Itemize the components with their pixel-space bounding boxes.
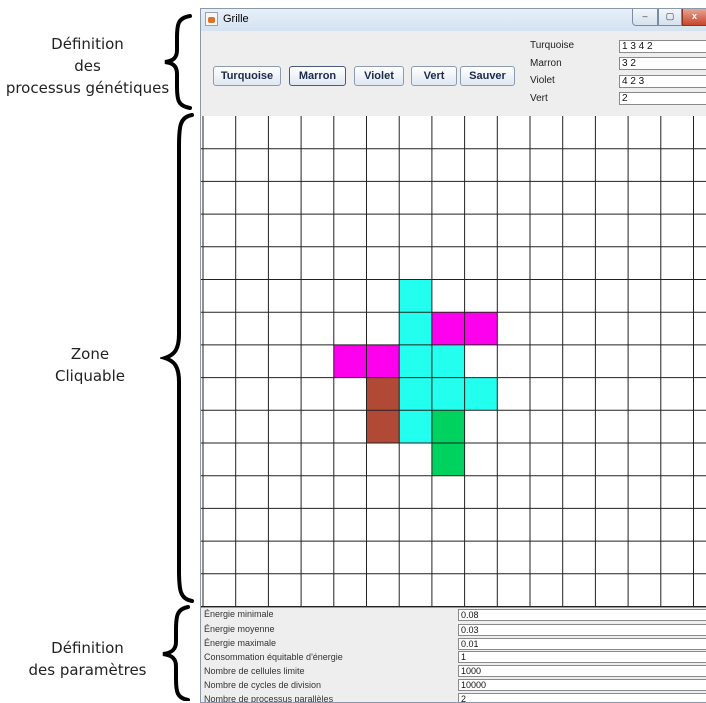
- gene-label-marron: Marron: [530, 58, 562, 69]
- param-label-energie-maximale: Énergie maximale: [204, 638, 277, 648]
- gene-field-marron[interactable]: 3 2: [619, 57, 706, 70]
- annotation-genetic-line-3: processus génétiques: [5, 79, 170, 97]
- annotation-genetic: Définition des processus génétiques: [0, 33, 175, 99]
- grid-cell-marron[interactable]: [366, 410, 400, 443]
- marron-button[interactable]: Marron: [289, 66, 346, 86]
- param-label-consommation: Consommation équitable d'énergie: [204, 652, 343, 662]
- gene-field-violet[interactable]: 4 2 3: [619, 75, 706, 88]
- window-title: Grille: [223, 13, 249, 25]
- sauver-button[interactable]: Sauver: [460, 66, 515, 86]
- param-field-energie-minimale[interactable]: 0.08: [458, 609, 706, 621]
- java-app-icon: [205, 12, 218, 26]
- grid-cell-turquoise[interactable]: [431, 377, 465, 411]
- close-icon[interactable]: x: [682, 9, 706, 26]
- brace-params: [162, 605, 190, 701]
- grid-cell-vert[interactable]: [431, 443, 465, 476]
- grid-cell-violet[interactable]: [464, 312, 498, 345]
- grille-window: Grille – ▢ x Turquoise Marron Violet Ver…: [200, 8, 706, 703]
- param-field-cellules-limite[interactable]: 1000: [458, 665, 706, 677]
- grid-cell-turquoise[interactable]: [399, 279, 432, 313]
- param-field-energie-moyenne[interactable]: 0.03: [458, 624, 706, 636]
- param-label-processus-paralleles: Nombre de processus parallèles: [204, 694, 334, 703]
- annotation-zone: Zone Cliquable: [15, 343, 165, 387]
- grid-cell-violet[interactable]: [333, 344, 367, 378]
- gene-field-vert[interactable]: 2: [619, 92, 706, 105]
- gene-label-violet: Violet: [530, 75, 555, 86]
- param-field-energie-maximale[interactable]: 0.01: [458, 638, 706, 650]
- vert-button[interactable]: Vert: [411, 66, 457, 86]
- grid-cell-violet[interactable]: [366, 344, 400, 378]
- grid-cell-marron[interactable]: [366, 377, 400, 411]
- annotation-zone-line-2: Cliquable: [55, 367, 125, 385]
- param-field-cycles-division[interactable]: 10000: [458, 679, 706, 691]
- grid-cell-vert[interactable]: [431, 410, 465, 443]
- annotation-genetic-line-1: Définition: [51, 35, 124, 53]
- annotation-params-line-1: Définition: [51, 639, 124, 657]
- gene-label-turquoise: Turquoise: [530, 40, 575, 51]
- maximize-icon[interactable]: ▢: [658, 9, 682, 26]
- annotation-params-line-2: des paramètres: [28, 661, 147, 679]
- gene-field-turquoise[interactable]: 1 3 4 2: [619, 40, 706, 53]
- param-label-energie-minimale: Énergie minimale: [204, 609, 274, 619]
- violet-button[interactable]: Violet: [354, 66, 404, 86]
- grid-canvas[interactable]: [201, 116, 706, 607]
- grid-cell-turquoise[interactable]: [399, 312, 432, 345]
- annotation-genetic-line-2: des: [74, 57, 101, 75]
- param-field-consommation[interactable]: 1: [458, 651, 706, 663]
- grid-cell-turquoise[interactable]: [399, 410, 432, 443]
- annotation-params: Définition des paramètres: [0, 637, 175, 681]
- turquoise-button[interactable]: Turquoise: [213, 66, 281, 86]
- title-bar: Grille – ▢ x: [201, 9, 706, 31]
- param-field-processus-paralleles[interactable]: 2: [458, 693, 706, 702]
- grid-cell-turquoise[interactable]: [431, 344, 465, 378]
- grid-cell-violet[interactable]: [431, 312, 465, 345]
- param-label-cellules-limite: Nombre de cellules limite: [204, 666, 305, 676]
- brace-zone: [160, 113, 194, 603]
- grid-cell-turquoise[interactable]: [399, 344, 432, 378]
- gene-label-vert: Vert: [530, 93, 548, 104]
- parameters-panel: Énergie minimale 0.08 Énergie moyenne 0.…: [201, 607, 706, 703]
- grid-cell-turquoise[interactable]: [464, 377, 498, 411]
- clickable-grid[interactable]: [201, 116, 706, 607]
- genetic-toolbar: Turquoise Marron Violet Vert Sauver Turq…: [201, 31, 706, 116]
- brace-genetic: [164, 14, 192, 110]
- minimize-icon[interactable]: –: [632, 9, 658, 26]
- param-label-energie-moyenne: Énergie moyenne: [204, 624, 275, 634]
- grid-cell-turquoise[interactable]: [399, 377, 432, 411]
- annotation-zone-line-1: Zone: [70, 345, 110, 363]
- param-label-cycles-division: Nombre de cycles de division: [204, 680, 322, 690]
